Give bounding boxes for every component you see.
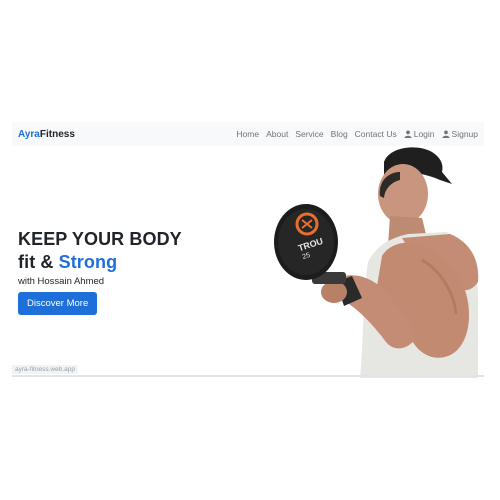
app-frame: AyraFitness Home About Service Blog Cont…: [12, 122, 484, 378]
hero-text: KEEP YOUR BODY fit & Strong with Hossain…: [18, 228, 182, 315]
user-icon: [442, 130, 450, 138]
brand-part-accent: Ayra: [18, 128, 40, 140]
brand-part-main: Fitness: [39, 128, 75, 140]
hero-heading-plain: fit &: [18, 252, 59, 272]
brand-logo[interactable]: AyraFitness: [18, 129, 75, 140]
nav-login[interactable]: Login: [404, 129, 435, 139]
nav-contact[interactable]: Contact Us: [355, 129, 397, 139]
nav-menu: Home About Service Blog Contact Us Login…: [236, 129, 478, 139]
nav-service[interactable]: Service: [295, 129, 323, 139]
nav-login-label: Login: [413, 129, 435, 139]
athlete-photo: TROU 25: [274, 147, 479, 378]
discover-more-button[interactable]: Discover More: [18, 292, 98, 315]
nav-home[interactable]: Home: [236, 129, 259, 139]
status-url: ayra-fitness.web.app: [12, 365, 78, 374]
nav-about[interactable]: About: [266, 129, 288, 139]
hero-byline: with Hossain Ahmed: [18, 276, 105, 287]
dumbbell: TROU 25: [274, 204, 346, 284]
nav-signup-label: Signup: [451, 129, 478, 139]
divider: [12, 375, 484, 377]
hero-heading-line1: KEEP YOUR BODY: [18, 229, 182, 249]
nav-blog[interactable]: Blog: [331, 129, 348, 139]
hero-heading-accent: Strong: [58, 252, 118, 272]
hero-heading-line2: fit & Strong: [18, 251, 182, 274]
user-icon: [404, 130, 412, 138]
nav-signup[interactable]: Signup: [442, 129, 478, 139]
